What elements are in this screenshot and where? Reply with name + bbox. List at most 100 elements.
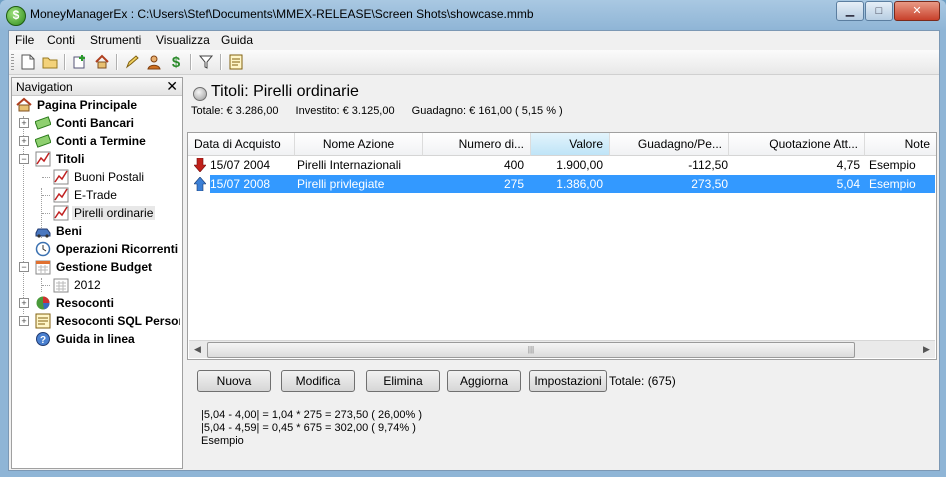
column-header-date[interactable]: Data di Acquisto: [188, 133, 295, 156]
column-header-name[interactable]: Nome Azione: [295, 133, 423, 156]
new-file-icon[interactable]: [19, 53, 37, 71]
nav-item-pirelli-ordinarie[interactable]: Pirelli ordinarie: [12, 204, 180, 222]
nav-item-resoconti[interactable]: + Resoconti: [12, 294, 180, 312]
stocks-icon: [53, 169, 69, 185]
cell-name: Pirelli privlegiate: [297, 177, 385, 191]
stocks-icon: [53, 205, 69, 221]
edit-icon[interactable]: [123, 53, 141, 71]
nav-item-operazioni-ricorrenti[interactable]: Operazioni Ricorrenti: [12, 240, 180, 258]
filter-icon[interactable]: [197, 53, 215, 71]
menu-file[interactable]: File: [15, 33, 34, 47]
menu-conti[interactable]: Conti: [47, 33, 75, 47]
nav-item-label: Resoconti: [56, 296, 115, 310]
nav-item-beni[interactable]: Beni: [12, 222, 180, 240]
collapse-icon[interactable]: −: [19, 154, 29, 164]
nav-item-label: Conti Bancari: [56, 116, 135, 130]
nav-item-conti-a-termine[interactable]: + Conti a Termine: [12, 132, 180, 150]
menu-bar: File Conti Strumenti Visualizza Guida: [9, 31, 939, 50]
toolbar-separator: [190, 54, 192, 70]
nav-item-budget-2012[interactable]: 2012: [12, 276, 180, 294]
cell-value: 1.900,00: [556, 158, 603, 172]
trend-down-icon: [194, 158, 206, 172]
toolbar-grip[interactable]: [11, 54, 14, 70]
navigation-tree: Pagina Principale + Conti Bancari + Cont…: [12, 96, 180, 466]
cell-note: Esempio: [869, 158, 916, 172]
refresh-prices-button[interactable]: Aggiorna: [447, 370, 521, 392]
nav-item-label: Conti a Termine: [56, 134, 146, 148]
navigation-title: Navigation: [16, 80, 73, 94]
cell-price: 4,75: [836, 158, 860, 172]
detail-note: Esempio: [201, 435, 244, 447]
nav-item-pagina-principale[interactable]: Pagina Principale: [12, 96, 180, 114]
nav-item-guida-in-linea[interactable]: ? Guida in linea: [12, 330, 180, 348]
scroll-right-icon[interactable]: ▶: [918, 341, 935, 358]
help-icon: ?: [36, 332, 50, 346]
menu-guida[interactable]: Guida: [221, 33, 253, 47]
maximize-button[interactable]: □: [865, 1, 893, 21]
table-row[interactable]: 15/07 2008 Pirelli privlegiate 275 1.386…: [188, 175, 936, 193]
total-count: Totale: (675): [609, 374, 676, 388]
scroll-left-icon[interactable]: ◀: [189, 341, 206, 358]
detail-line: |5,04 - 4,59| = 0,45 * 675 = 302,00 ( 9,…: [201, 422, 416, 434]
cell-quantity: 275: [503, 177, 524, 191]
close-button[interactable]: ✕: [894, 1, 940, 21]
navigation-close-icon[interactable]: ✕: [166, 78, 178, 95]
money-icon: [35, 134, 51, 148]
cell-quantity: 400: [503, 158, 524, 172]
nav-item-e-trade[interactable]: E-Trade: [12, 186, 180, 204]
stocks-icon: [53, 187, 69, 203]
minimize-button[interactable]: ▁: [836, 1, 864, 21]
toolbar: $: [9, 50, 939, 75]
expand-icon[interactable]: +: [19, 316, 29, 326]
nav-item-resoconti-sql[interactable]: + Resoconti SQL Personalizzati: [12, 312, 180, 330]
title-bar[interactable]: $ MoneyManagerEx : C:\Users\Stef\Documen…: [0, 0, 946, 30]
scrollbar-thumb[interactable]: |||: [207, 342, 855, 358]
nav-item-gestione-budget[interactable]: − Gestione Budget: [12, 258, 180, 276]
home-icon[interactable]: [93, 53, 111, 71]
column-header-gain[interactable]: Guadagno/Pe...: [610, 133, 729, 156]
nav-item-buoni-postali[interactable]: Buoni Postali: [12, 168, 180, 186]
car-icon: [35, 228, 51, 238]
column-header-note[interactable]: Note: [865, 133, 936, 156]
nav-item-conti-bancari[interactable]: + Conti Bancari: [12, 114, 180, 132]
column-header-value[interactable]: Valore: [531, 133, 610, 156]
horizontal-scrollbar[interactable]: ◀ ||| ▶: [189, 340, 935, 358]
currency-icon[interactable]: $: [167, 53, 185, 71]
table-row[interactable]: 15/07 2004 Pirelli Internazionali 400 1.…: [188, 156, 936, 174]
report-icon: [35, 313, 51, 329]
nav-item-label: Guida in linea: [56, 332, 135, 346]
nav-item-label: Titoli: [56, 152, 85, 166]
nav-item-titoli[interactable]: − Titoli: [12, 150, 180, 168]
open-folder-icon[interactable]: [41, 53, 59, 71]
window-title: MoneyManagerEx : C:\Users\Stef\Documents…: [30, 7, 534, 21]
expand-icon[interactable]: +: [19, 298, 29, 308]
stocks-icon: [35, 151, 51, 167]
collapse-icon[interactable]: −: [19, 262, 29, 272]
clock-icon: [35, 241, 51, 257]
page-title: Titoli: Pirelli ordinarie: [211, 83, 359, 100]
pie-chart-icon: [36, 296, 50, 310]
payee-icon[interactable]: [145, 53, 163, 71]
window-controls: ▁ □ ✕: [835, 1, 940, 21]
report-icon[interactable]: [227, 53, 245, 71]
expand-icon[interactable]: +: [19, 136, 29, 146]
edit-stock-button[interactable]: Modifica: [281, 370, 355, 392]
account-status-icon: [193, 87, 207, 101]
column-header-quantity[interactable]: Numero di...: [423, 133, 531, 156]
tree-line: [42, 195, 50, 196]
toolbar-separator: [220, 54, 222, 70]
nav-item-label: Operazioni Ricorrenti: [56, 242, 179, 256]
expand-icon[interactable]: +: [19, 118, 29, 128]
settings-button[interactable]: Impostazioni: [529, 370, 607, 392]
navigation-header: Navigation ✕: [12, 78, 182, 96]
cell-date: 15/07 2004: [210, 158, 271, 172]
menu-strumenti[interactable]: Strumenti: [90, 33, 141, 47]
calendar-icon: [53, 278, 69, 293]
column-header-price[interactable]: Quotazione Att...: [729, 133, 865, 156]
new-account-icon[interactable]: [71, 53, 89, 71]
calendar-icon: [35, 260, 51, 275]
new-stock-button[interactable]: Nuova: [197, 370, 271, 392]
menu-visualizza[interactable]: Visualizza: [156, 33, 210, 47]
delete-stock-button[interactable]: Elimina: [366, 370, 440, 392]
toolbar-separator: [64, 54, 66, 70]
